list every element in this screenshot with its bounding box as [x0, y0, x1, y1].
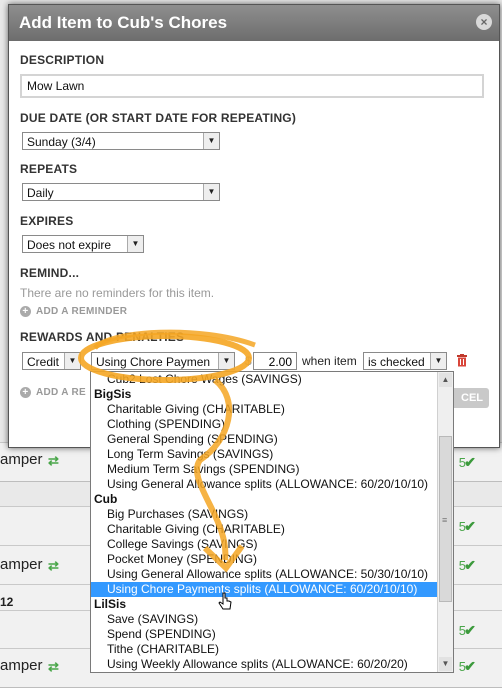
dropdown-scrollbar[interactable]: ▲ ≡ ▼ — [437, 372, 453, 672]
dropdown-option[interactable]: Medium Term Savings (SPENDING) — [91, 462, 437, 477]
grip-icon: ≡ — [442, 515, 448, 525]
add-reminder-label: ADD A REMINDER — [36, 306, 128, 317]
when-item-text: when item — [302, 354, 357, 368]
dropdown-group-label: Cub — [94, 492, 118, 506]
chevron-down-icon: ▼ — [430, 353, 446, 369]
expires-select[interactable]: Does not expire ▼ — [22, 235, 144, 253]
dropdown-option[interactable]: Using General Allowance splits (ALLOWANC… — [91, 477, 437, 492]
dropdown-option[interactable]: College Savings (SAVINGS) — [91, 537, 437, 552]
reward-type-select[interactable]: Credit ▼ — [22, 352, 81, 370]
description-label: DESCRIPTION — [20, 53, 105, 67]
add-reminder-link[interactable]: + ADD A REMINDER — [20, 306, 127, 317]
rewards-label: REWARDS AND PENALTIES — [20, 330, 185, 344]
repeat-icon: ⇄ — [48, 558, 59, 573]
condition-select[interactable]: is checked ▼ — [363, 352, 447, 370]
dropdown-option[interactable]: Using Chore Payments splits (ALLOWANCE: … — [91, 582, 437, 597]
close-icon[interactable]: × — [476, 14, 492, 30]
repeats-value: Daily — [27, 186, 54, 200]
dropdown-option[interactable]: Tithe (CHARITABLE) — [91, 642, 437, 657]
chevron-down-icon: ▼ — [203, 184, 219, 200]
dropdown-group-label: BigSis — [94, 387, 132, 401]
chevron-down-icon: ▼ — [64, 353, 80, 369]
bg-row-label: amper — [0, 451, 43, 468]
bg-row-label: 12 — [0, 595, 14, 609]
dropdown-option[interactable]: Spend (SPENDING) — [91, 627, 437, 642]
dollar-sign: $ — [245, 354, 252, 368]
add-reward-label: ADD A RE — [36, 387, 86, 398]
dropdown-option[interactable]: Cub2 Lost Chore Wages (SAVINGS) — [91, 372, 437, 387]
bg-row-label: amper — [0, 657, 43, 674]
mouse-cursor-icon — [218, 592, 232, 610]
check-icon: ✔ — [464, 658, 476, 674]
dropdown-option[interactable]: Using General Allowance splits (ALLOWANC… — [91, 567, 437, 582]
scroll-up-icon[interactable]: ▲ — [439, 373, 452, 387]
chevron-down-icon: ▼ — [127, 236, 143, 252]
dropdown-option[interactable]: General Spending (SPENDING) — [91, 432, 437, 447]
dropdown-option[interactable]: Clothing (SPENDING) — [91, 417, 437, 432]
dialog-header: Add Item to Cub's Chores — [9, 5, 499, 41]
dropdown-group-label: LilSis — [94, 597, 127, 611]
expires-value: Does not expire — [27, 238, 112, 252]
repeat-icon: ⇄ — [48, 453, 59, 468]
chevron-down-icon: ▼ — [218, 353, 234, 369]
plus-icon: + — [20, 306, 31, 317]
account-dropdown-list[interactable]: Cub2 Lost Chore Wages (SAVINGS) BigSis Cha… — [90, 371, 454, 673]
remind-label: REMIND... — [20, 266, 80, 280]
dropdown-option[interactable]: Charitable Giving (CHARITABLE) — [91, 402, 437, 417]
reminders-note: There are no reminders for this item. — [20, 286, 215, 300]
scroll-down-icon[interactable]: ▼ — [439, 657, 452, 671]
description-input[interactable]: Mow Lawn — [20, 74, 484, 98]
repeat-icon: ⇄ — [48, 659, 59, 674]
scroll-thumb[interactable]: ≡ — [439, 436, 452, 602]
due-date-value: Sunday (3/4) — [27, 135, 96, 149]
plus-icon: + — [20, 387, 31, 398]
trash-icon[interactable] — [456, 354, 468, 367]
reward-account-select[interactable]: Using Chore Paymen ▼ — [91, 352, 235, 370]
condition-value: is checked — [368, 355, 425, 369]
chevron-down-icon: ▼ — [203, 133, 219, 149]
due-date-label: DUE DATE (OR START DATE FOR REPEATING) — [20, 111, 297, 125]
repeats-select[interactable]: Daily ▼ — [22, 183, 220, 201]
add-reward-link[interactable]: + ADD A RE — [20, 387, 86, 398]
dropdown-option[interactable]: Big Purchases (SAVINGS) — [91, 507, 437, 522]
check-icon: ✔ — [464, 454, 476, 470]
bg-row-label: amper — [0, 556, 43, 573]
expires-label: EXPIRES — [20, 214, 74, 228]
dropdown-option[interactable]: Save (SAVINGS) — [91, 612, 437, 627]
check-icon: ✔ — [464, 518, 476, 534]
check-icon: ✔ — [464, 557, 476, 573]
dropdown-option[interactable]: Pocket Money (SPENDING) — [91, 552, 437, 567]
reward-account-value: Using Chore Paymen — [96, 355, 211, 369]
dropdown-option[interactable]: Charitable Giving (CHARITABLE) — [91, 522, 437, 537]
dropdown-option[interactable]: Long Term Savings (SAVINGS) — [91, 447, 437, 462]
repeats-label: REPEATS — [20, 162, 78, 176]
dropdown-options: Cub2 Lost Chore Wages (SAVINGS) BigSis Cha… — [91, 372, 437, 672]
check-icon: ✔ — [464, 622, 476, 638]
amount-input[interactable]: 2.00 — [253, 352, 297, 370]
dialog-title: Add Item to Cub's Chores — [19, 13, 228, 32]
dropdown-option[interactable]: Using Weekly Allowance splits (ALLOWANCE… — [91, 657, 437, 672]
reward-type-value: Credit — [27, 355, 60, 369]
due-date-select[interactable]: Sunday (3/4) ▼ — [22, 132, 220, 150]
